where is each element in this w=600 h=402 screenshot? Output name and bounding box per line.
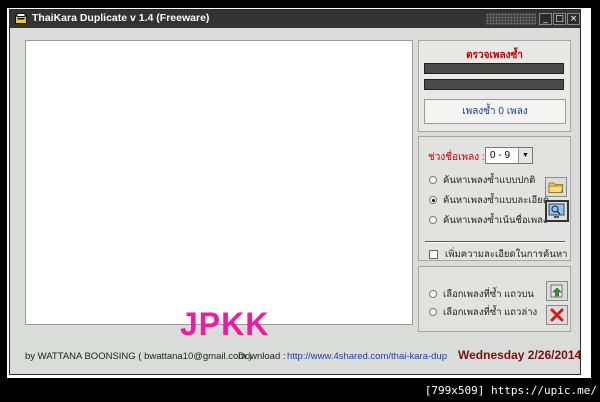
option-detailed[interactable]: ค้นหาเพลงซ้ำแบบละเอียด [429, 193, 549, 208]
detail-checkbox[interactable] [429, 249, 438, 259]
option-select-bottom[interactable]: เลือกเพลงที่ซ้ำ แถวล่าง [429, 305, 537, 320]
save-selection-button[interactable] [546, 281, 568, 301]
song-list[interactable] [25, 40, 413, 325]
radio-normal[interactable] [429, 176, 437, 185]
duplicate-count-display: เพลงซ้ำ 0 เพลง [424, 99, 566, 124]
option-select-bottom-label: เลือกเพลงที่ซ้ำ แถวล่าง [443, 307, 538, 318]
delete-x-icon [550, 308, 564, 322]
search-button[interactable] [545, 200, 569, 222]
option-normal-label: ค้นหาเพลงซ้ำแบบปกติ [443, 175, 536, 186]
range-select[interactable]: 0 - 9 ▼ [485, 147, 533, 164]
search-panel: ช่วงชื่อเพลง : 0 - 9 ▼ ค้นหาเพลงซ้ำแบบปก… [418, 136, 571, 261]
monitor-search-icon [548, 203, 565, 218]
close-button[interactable]: × [567, 13, 580, 25]
overlay-jpkk-text: JPKK [180, 306, 270, 342]
radio-detailed[interactable] [429, 196, 437, 205]
progress-bar-top [424, 63, 564, 74]
download-label: Download : [238, 351, 286, 362]
delete-selection-button[interactable] [546, 305, 568, 325]
download-link[interactable]: http://www.4shared.com/thai-kara-dup [287, 351, 447, 362]
separator [425, 241, 565, 243]
title-bar[interactable]: ThaiKara Duplicate v 1.4 (Freeware) _ □ … [10, 10, 580, 28]
save-arrow-icon [550, 284, 563, 298]
radio-select-top[interactable] [429, 290, 437, 299]
app-icon [15, 13, 27, 24]
detail-checkbox-label: เพิ่มความละเอียดในการค้นหา [445, 249, 568, 260]
option-normal[interactable]: ค้นหาเพลงซ้ำแบบปกติ [429, 173, 535, 188]
app-window: ThaiKara Duplicate v 1.4 (Freeware) _ □ … [9, 9, 581, 375]
date-display: Wednesday 2/26/2014 [458, 348, 582, 362]
folder-icon [548, 182, 564, 193]
range-select-value: 0 - 9 [490, 150, 511, 161]
progress-bar-bottom [424, 79, 564, 90]
range-label: ช่วงชื่อเพลง : [428, 152, 485, 163]
author-text: by WATTANA BOONSING ( bwattana10@gmail.c… [25, 351, 252, 362]
window-title: ThaiKara Duplicate v 1.4 (Freeware) [32, 12, 210, 24]
minimize-button[interactable]: _ [539, 13, 552, 25]
radio-title-focus[interactable] [429, 216, 437, 225]
select-panel: เลือกเพลงที่ซ้ำ แถวบน เลือกเพลงที่ซ้ำ แถ… [418, 266, 571, 332]
option-title-focus-label: ค้นหาเพลงซ้ำเน้นชื่อเพลง [443, 215, 548, 226]
option-detailed-label: ค้นหาเพลงซ้ำแบบละเอียด [443, 195, 549, 206]
option-select-top[interactable]: เลือกเพลงที่ซ้ำ แถวบน [429, 287, 534, 302]
option-title-focus[interactable]: ค้นหาเพลงซ้ำเน้นชื่อเพลง [429, 213, 548, 228]
open-folder-button[interactable] [545, 177, 567, 197]
chevron-down-icon[interactable]: ▼ [518, 148, 532, 163]
title-bar-grip [486, 13, 536, 25]
detail-option[interactable]: เพิ่มความละเอียดในการค้นหา [429, 247, 567, 262]
check-duplicates-title: ตรวจเพลงซ้ำ [466, 50, 523, 61]
image-host-watermark: [799x509] https://upic.me/ [424, 384, 597, 397]
results-panel: ตรวจเพลงซ้ำ เพลงซ้ำ 0 เพลง [418, 40, 571, 132]
option-select-top-label: เลือกเพลงที่ซ้ำ แถวบน [443, 289, 534, 300]
radio-select-bottom[interactable] [429, 308, 437, 317]
maximize-button[interactable]: □ [553, 13, 566, 25]
